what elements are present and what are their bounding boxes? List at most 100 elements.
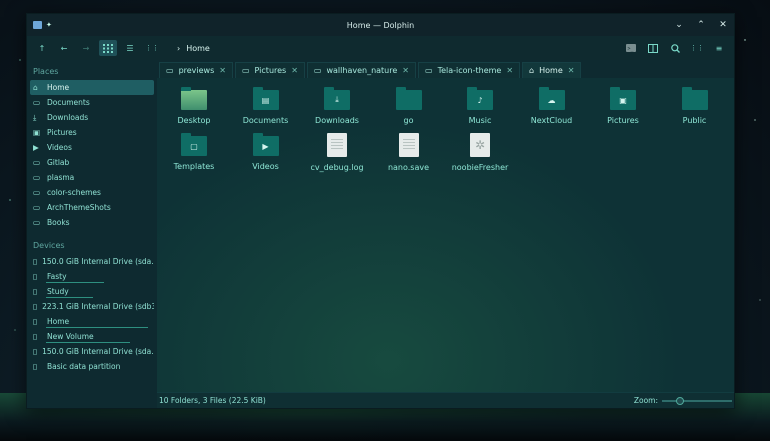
device-item-label: Fasty — [47, 272, 67, 281]
dolphin-window: ✦ Home — Dolphin ⌄ ⌃ ✕ ↑ ← → ☰ ⋮⋮ › Home… — [26, 13, 735, 409]
folder-icon: ▭ — [33, 98, 41, 107]
file-item[interactable]: ▣ Pictures — [588, 87, 658, 125]
folder-icon: ▭ — [425, 66, 433, 75]
breadcrumb[interactable]: › Home — [177, 44, 210, 53]
breadcrumb-home[interactable]: Home — [186, 44, 210, 53]
file-item-label: Public — [682, 116, 707, 125]
sidebar-item-documents[interactable]: ▭ Documents — [30, 95, 154, 110]
tab-close-icon[interactable]: ✕ — [568, 66, 575, 75]
device-item[interactable]: ▯ 150.0 GiB Internal Drive (sda... — [30, 254, 154, 269]
tab-label: Pictures — [254, 66, 287, 75]
file-item[interactable]: ⤓ Downloads — [302, 87, 372, 125]
folder-icon: ▭ — [313, 66, 322, 75]
sidebar-item-pictures[interactable]: ▣ Pictures — [30, 125, 154, 140]
file-item[interactable]: ✲ noobieFresher — [445, 133, 515, 172]
sidebar-item-home[interactable]: ⌂ Home — [30, 80, 154, 95]
sidebar-item-videos[interactable]: ▶ Videos — [30, 140, 154, 155]
grid-menu-icon[interactable]: ⋮⋮ — [688, 40, 706, 56]
icons-view-icon[interactable] — [99, 40, 117, 56]
forward-icon[interactable]: → — [77, 40, 95, 56]
back-icon[interactable]: ← — [55, 40, 73, 56]
search-icon[interactable] — [666, 40, 684, 56]
folder-icon: ▭ — [33, 173, 41, 182]
minimize-icon[interactable]: ⌄ — [674, 20, 684, 30]
svg-text:>_: >_ — [628, 46, 635, 52]
sidebar-item-downloads[interactable]: ⤓ Downloads — [30, 110, 154, 125]
file-item-label: Pictures — [607, 116, 639, 125]
device-item[interactable]: ▯ New Volume — [30, 329, 154, 344]
file-item[interactable]: ♪ Music — [445, 87, 515, 125]
details-view-icon[interactable]: ☰ — [121, 40, 139, 56]
app-icon[interactable] — [33, 21, 42, 29]
pin-icon[interactable]: ✦ — [46, 21, 52, 29]
devices-header: Devices — [33, 241, 65, 250]
split-view-icon[interactable] — [644, 40, 662, 56]
settings-file-icon: ✲ — [470, 133, 490, 157]
text-lines — [402, 139, 415, 151]
zoom-slider-handle[interactable] — [676, 396, 684, 405]
folder-glyph: ▣ — [619, 95, 627, 105]
file-item[interactable]: ▶ Videos — [231, 133, 301, 171]
download-icon: ⤓ — [33, 112, 37, 122]
tab-tela-icon-theme[interactable]: ▭ Tela-icon-theme ✕ — [418, 62, 521, 78]
sidebar-item-gitlab[interactable]: ▭ Gitlab — [30, 155, 154, 170]
file-item[interactable]: nano.save — [374, 133, 444, 172]
up-icon[interactable]: ↑ — [33, 40, 51, 56]
tab-bar: ▭ previews ✕ ▭ Pictures ✕ ▭ wallhaven_nature ✕ ▭ T… — [157, 60, 734, 78]
folder-pictures-icon: ▣ — [610, 87, 636, 110]
hamburger-menu-icon[interactable]: ≡ — [710, 40, 728, 56]
tab-previews[interactable]: ▭ previews ✕ — [159, 62, 233, 78]
device-item[interactable]: ▯ Fasty — [30, 269, 154, 284]
file-item[interactable]: ▢ Templates — [159, 133, 229, 171]
tab-close-icon[interactable]: ✕ — [291, 66, 298, 75]
folder-nextcloud-icon: ☁ — [538, 87, 565, 110]
tab-pictures[interactable]: ▭ Pictures ✕ — [234, 62, 305, 78]
tab-close-icon[interactable]: ✕ — [219, 66, 226, 75]
folder-icon: ▭ — [241, 66, 250, 75]
device-usage-bar — [46, 342, 130, 343]
folder-icon: ▭ — [33, 203, 41, 212]
folder-glyph: ▤ — [261, 95, 270, 105]
folder-icon: ▭ — [33, 188, 41, 197]
file-item-label: Downloads — [315, 116, 359, 125]
file-item-label: nano.save — [387, 163, 430, 172]
sidebar-item-books[interactable]: ▭ Books — [30, 215, 154, 230]
folder-glyph: ▶ — [262, 141, 269, 151]
file-item[interactable]: Public — [660, 87, 730, 125]
places-panel: Places ⌂ Home ▭ Documents ⤓ Downloads ▣ Picture… — [27, 60, 157, 408]
home-icon: ⌂ — [529, 66, 535, 75]
file-item[interactable]: ▤ Documents — [231, 87, 301, 125]
chevron-right-icon: › — [177, 43, 181, 53]
file-item-label: go — [403, 116, 414, 125]
sidebar-item-color-schemes[interactable]: ▭ color-schemes — [30, 185, 154, 200]
file-item[interactable]: go — [374, 87, 444, 125]
zoom-slider[interactable] — [662, 396, 732, 405]
maximize-icon[interactable]: ⌃ — [696, 20, 706, 30]
file-item-label: Documents — [242, 116, 289, 125]
folder-glyph: ▢ — [190, 141, 198, 151]
terminal-icon[interactable]: >_ — [622, 40, 640, 56]
zoom-label: Zoom: — [633, 396, 658, 405]
tab-close-icon[interactable]: ✕ — [506, 66, 513, 75]
close-icon[interactable]: ✕ — [718, 20, 728, 30]
drive-icon: ▯ — [33, 302, 38, 311]
folder-icon: ▭ — [166, 66, 174, 75]
file-item[interactable]: cv_debug.log — [302, 133, 372, 172]
device-item[interactable]: ▯ Study — [30, 284, 154, 299]
file-item[interactable]: Desktop — [159, 87, 229, 125]
device-item[interactable]: ▯ Basic data partition — [30, 359, 154, 374]
folder-videos-icon: ▶ — [252, 133, 279, 156]
tab-wallhaven_nature[interactable]: ▭ wallhaven_nature ✕ — [306, 62, 416, 78]
device-item-label: 150.0 GiB Internal Drive (sda... — [42, 347, 154, 356]
device-item[interactable]: ▯ 150.0 GiB Internal Drive (sda... — [30, 344, 154, 359]
device-item[interactable]: ▯ Home — [30, 314, 154, 329]
compact-view-icon[interactable]: ⋮⋮ — [143, 40, 161, 56]
sidebar-item-archthemeshots[interactable]: ▭ ArchThemeShots — [30, 200, 154, 215]
sidebar-item-plasma[interactable]: ▭ plasma — [30, 170, 154, 185]
tab-home[interactable]: ⌂ Home ✕ — [522, 62, 582, 78]
drive-icon: ▯ — [33, 272, 38, 281]
folder-icon — [395, 87, 422, 110]
tab-close-icon[interactable]: ✕ — [402, 66, 409, 75]
file-item[interactable]: ☁ NextCloud — [517, 87, 587, 125]
device-item[interactable]: ▯ 223.1 GiB Internal Drive (sdb3) — [30, 299, 154, 314]
